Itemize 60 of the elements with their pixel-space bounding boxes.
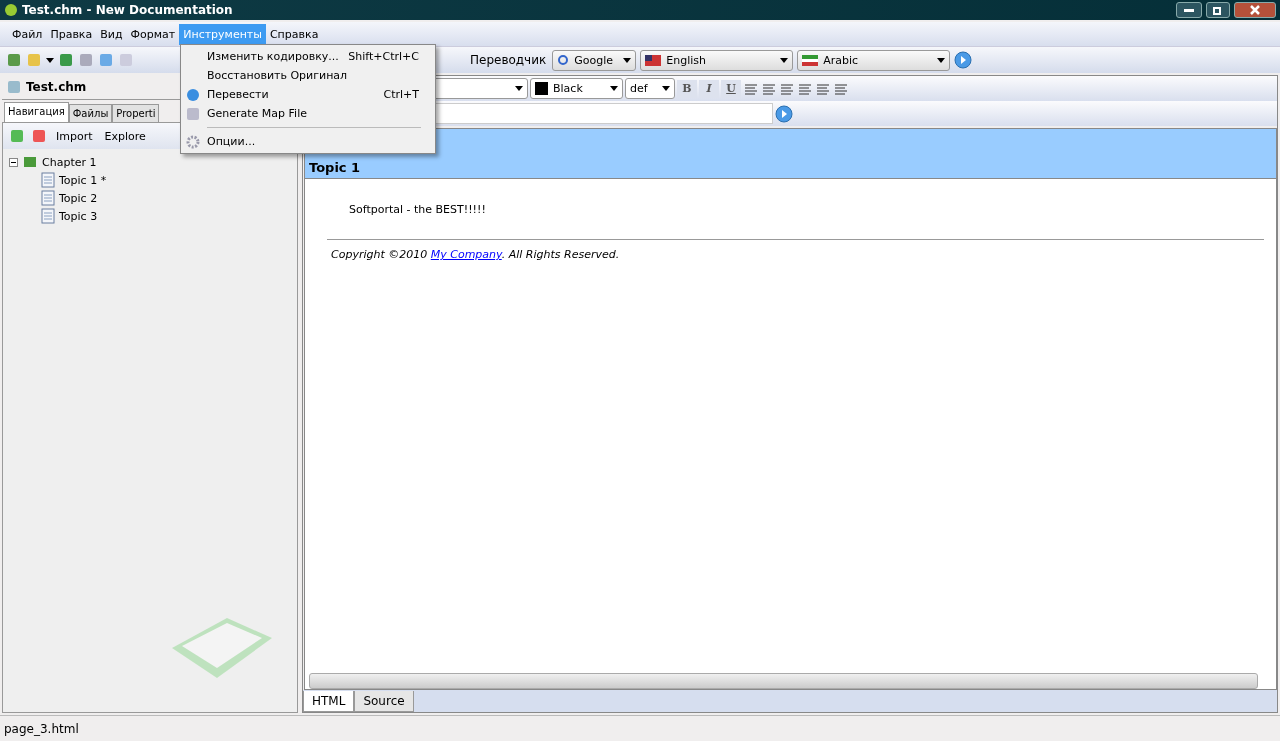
horizontal-scrollbar[interactable] xyxy=(309,673,1258,689)
app-icon xyxy=(4,3,18,17)
flag-icon xyxy=(802,54,819,66)
panel-tab[interactable]: Навигация xyxy=(4,102,69,122)
format-button[interactable]: U xyxy=(721,79,741,98)
menu-option[interactable]: Generate Map File xyxy=(181,104,435,123)
menu-option[interactable]: Восстановить Оригинал xyxy=(181,66,435,85)
view-tab[interactable]: HTML xyxy=(303,691,355,712)
restore-icon xyxy=(1213,5,1223,15)
menu-item[interactable]: Вид xyxy=(96,23,127,45)
menu-option[interactable]: Перевести Ctrl+T xyxy=(181,85,435,104)
panel-title: Test.chm xyxy=(26,80,87,94)
collapse-icon[interactable] xyxy=(9,157,18,167)
close-icon xyxy=(1250,5,1260,15)
font-color-dropdown[interactable]: Black xyxy=(530,78,623,99)
caret-icon xyxy=(937,57,946,63)
go-button[interactable] xyxy=(775,104,793,123)
restore-button[interactable] xyxy=(1206,2,1230,18)
page-icon xyxy=(41,208,55,224)
status-bar: page_3.html xyxy=(0,715,1280,741)
menu-item[interactable]: Правка xyxy=(46,23,97,45)
caret-icon xyxy=(662,86,670,91)
tree-item[interactable]: Topic 1 * xyxy=(59,173,107,187)
globe-icon[interactable] xyxy=(185,86,201,103)
topic-heading: Topic 1 xyxy=(305,129,1276,179)
tree-item[interactable]: Chapter 1 xyxy=(42,155,97,169)
format-button[interactable]: B xyxy=(677,79,697,98)
menu-item[interactable]: Справка xyxy=(265,23,323,45)
minimize-icon xyxy=(1184,8,1194,12)
go-button[interactable] xyxy=(954,51,973,69)
menu-item[interactable]: Формат xyxy=(126,23,180,45)
caret-icon xyxy=(515,86,523,91)
caret-icon xyxy=(623,57,632,63)
translator-label: Переводчик xyxy=(470,53,547,67)
source-language-dropdown[interactable]: English xyxy=(640,49,794,71)
caret-icon xyxy=(46,57,54,63)
panel-tab[interactable]: Properti xyxy=(112,104,160,122)
menu-item[interactable]: Файл xyxy=(8,23,47,45)
minimize-button[interactable] xyxy=(1176,2,1202,18)
caret-icon xyxy=(780,57,789,63)
toolbar-button[interactable]: Import xyxy=(53,127,96,145)
page-icon xyxy=(41,190,55,206)
tree-item[interactable]: Topic 3 xyxy=(59,209,98,223)
close-button[interactable] xyxy=(1234,2,1276,18)
toolbar-button[interactable]: Explore xyxy=(101,127,149,145)
engine-dropdown[interactable]: Google xyxy=(552,49,637,71)
tree-item[interactable]: Topic 2 xyxy=(59,191,98,205)
view-tab[interactable]: Source xyxy=(354,691,414,712)
copyright-text: Copyright ©2010 My Company. All Rights Reserved. xyxy=(330,248,621,261)
font-size-dropdown[interactable]: def xyxy=(625,78,675,99)
caret-icon xyxy=(610,86,618,91)
menu-option[interactable]: Изменить кодировку... Shift+Ctrl+C xyxy=(181,47,435,66)
format-button[interactable]: I xyxy=(699,79,719,98)
target-language-dropdown[interactable]: Arabic xyxy=(797,49,951,71)
window-title: Test.chm - New Documentation xyxy=(22,3,234,17)
panel-tab[interactable]: Файлы xyxy=(68,104,113,122)
company-link[interactable]: My Company xyxy=(430,248,502,261)
flag-icon xyxy=(645,54,662,66)
body-text: Softportal - the BEST!!!!! xyxy=(349,203,486,216)
page-icon xyxy=(41,172,55,188)
